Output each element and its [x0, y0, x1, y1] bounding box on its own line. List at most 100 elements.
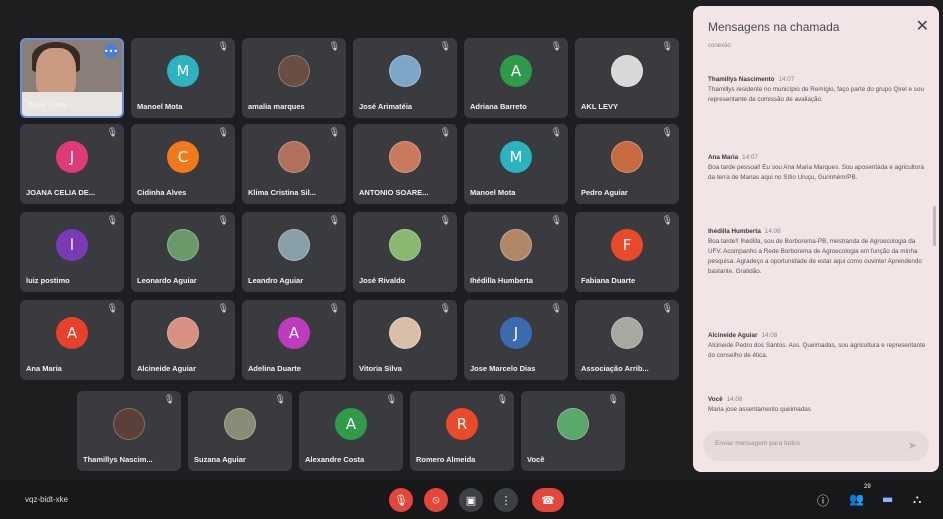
participant-tile[interactable]: M 🎙︎ Manoel Mota — [464, 124, 568, 204]
participant-name: Alcineide Aguiar — [137, 364, 196, 373]
participant-tile[interactable]: 🎙︎ ANTONIO SOARE... — [353, 124, 457, 204]
participant-name: Alexandre Costa — [305, 455, 365, 464]
participant-tile[interactable]: A 🎙︎ Alexandre Costa — [299, 391, 403, 471]
avatar-initial: A — [500, 55, 532, 87]
participant-tile[interactable]: A 🎙︎ Adelina Duarte — [242, 300, 346, 380]
mic-muted-icon: 🎙︎ — [550, 216, 562, 226]
avatar-photo — [389, 141, 421, 173]
avatar-initial: l — [56, 229, 88, 261]
mic-muted-icon: 🎙︎ — [439, 304, 451, 314]
present-screen-button[interactable]: ▣ — [459, 488, 483, 512]
participant-tile[interactable]: A 🎙︎ Adriana Barreto — [464, 38, 568, 118]
participant-name: Jose Marcelo Dias — [470, 364, 536, 373]
avatar-photo — [389, 55, 421, 87]
participant-name: Manoel Mota — [137, 102, 183, 111]
participant-grid: ••• Aline Lima M 🎙︎ Manoel Mota 🎙︎ amalia marq… — [0, 0, 690, 480]
chat-message: Alcineide Aguiar 14:08 Alcineide Pedro dos… — [708, 332, 930, 361]
participant-name: Leandro Aguiar — [248, 276, 304, 285]
participant-tile[interactable]: J 🎙︎ Jose Marcelo Dias — [464, 300, 568, 380]
mic-muted-icon: 🎙︎ — [661, 128, 673, 138]
people-icon[interactable]: 👥 — [849, 492, 864, 506]
chat-message: Ana Maria 14:07 Boa tarde pessoal! Eu sou … — [708, 154, 930, 183]
message-author: Ana Maria 14:07 — [708, 154, 930, 161]
participant-tile[interactable]: 🎙︎ Suzana Aguiar — [188, 391, 292, 471]
mic-muted-icon: 🎙︎ — [550, 42, 562, 52]
participant-name: Vitoria Silva — [359, 364, 402, 373]
mic-muted-icon: 🎙︎ — [328, 216, 340, 226]
participant-tile[interactable]: 🎙︎ Leandro Aguiar — [242, 212, 346, 292]
participant-name: Manoel Mota — [470, 188, 516, 197]
participant-tile[interactable]: J 🎙︎ JOANA CELIA DE... — [20, 124, 124, 204]
participant-tile[interactable]: 🎙︎ Alcineide Aguiar — [131, 300, 235, 380]
participant-tile[interactable]: ••• Aline Lima — [20, 38, 124, 118]
participant-name: Suzana Aguiar — [194, 455, 246, 464]
activities-icon[interactable]: ⛬ — [913, 492, 921, 507]
participant-tile[interactable]: F 🎙︎ Fabiana Duarte — [575, 212, 679, 292]
chat-message: Thamillys Nascimento 14:07 Thamillys resid… — [708, 76, 930, 105]
message-time: 14:08 — [726, 396, 743, 403]
participant-tile[interactable]: C 🎙︎ Cidinha Alves — [131, 124, 235, 204]
send-icon[interactable]: ➤ — [908, 439, 917, 452]
participant-tile[interactable]: 🎙︎ José Rivaldo — [353, 212, 457, 292]
participant-tile[interactable]: 🎙︎ Thamillys Nascim... — [77, 391, 181, 471]
avatar-initial: J — [56, 141, 88, 173]
message-author-name: Você — [708, 396, 723, 403]
participant-tile[interactable]: l 🎙︎ luiz postimo — [20, 212, 124, 292]
message-author: Thamillys Nascimento 14:07 — [708, 76, 930, 83]
more-options-icon[interactable]: ••• — [104, 44, 118, 58]
participant-name: Aline Lima — [28, 100, 66, 109]
participant-name: Klima Cristina Sil... — [248, 188, 316, 197]
mic-muted-icon: 🎙︎ — [439, 216, 451, 226]
leave-call-button[interactable]: ☎ — [532, 488, 564, 512]
participant-name: José Rivaldo — [359, 276, 406, 285]
participant-name: Ihédilla Humberta — [470, 276, 533, 285]
chat-message-input[interactable] — [715, 440, 895, 447]
camera-off-button[interactable]: ⦸ — [424, 488, 448, 512]
message-author: Você 14:08 — [708, 396, 930, 403]
close-icon[interactable]: ✕ — [916, 16, 929, 35]
participant-tile[interactable]: A 🎙︎ Ana Maria — [20, 300, 124, 380]
participant-tile[interactable]: 🎙︎ AKL LEVY — [575, 38, 679, 118]
participant-name: Pedro Aguiar — [581, 188, 628, 197]
participant-tile[interactable]: 🎙︎ Leonardo Aguiar — [131, 212, 235, 292]
mic-muted-icon: 🎙︎ — [550, 304, 562, 314]
chat-scrollbar[interactable] — [933, 206, 936, 246]
chat-message: Ihédilla Humberta 14:08 Boa tarde!! Ihédil… — [708, 228, 930, 277]
avatar-photo — [278, 229, 310, 261]
message-author-name: Ana Maria — [708, 154, 739, 161]
participant-tile[interactable]: 🎙︎ Klima Cristina Sil... — [242, 124, 346, 204]
participant-tile[interactable]: 🎙︎ Ihédilla Humberta — [464, 212, 568, 292]
mic-muted-icon: 🎙︎ — [163, 395, 175, 405]
mic-muted-icon: 🎙︎ — [607, 395, 619, 405]
participant-name: Cidinha Alves — [137, 188, 187, 197]
mic-muted-icon: 🎙︎ — [106, 304, 118, 314]
chat-input-box[interactable]: ➤ — [703, 431, 929, 461]
info-icon[interactable]: ⓘ — [817, 492, 829, 509]
message-time: 14:08 — [764, 228, 781, 235]
more-options-button[interactable]: ⋮ — [494, 488, 518, 512]
chat-icon[interactable]: ▬ — [882, 492, 893, 506]
participant-name: AKL LEVY — [581, 102, 618, 111]
participant-tile[interactable]: 🎙︎ José Arimatéia — [353, 38, 457, 118]
participant-tile[interactable]: 🎙︎ amalia marques — [242, 38, 346, 118]
avatar-initial: M — [167, 55, 199, 87]
avatar-photo — [500, 229, 532, 261]
participant-tile[interactable]: 🎙︎ Pedro Aguiar — [575, 124, 679, 204]
bottom-toolbar: vqz-bidt-xke 🎙︎ ⦸ ▣ ⋮ ☎ ⓘ 29 👥 ▬ ⛬ — [0, 480, 943, 519]
participant-tile[interactable]: R 🎙︎ Romero Almeida — [410, 391, 514, 471]
participant-tile[interactable]: 🎙︎ Associação Arrib... — [575, 300, 679, 380]
present-screen-icon: ▣ — [465, 493, 477, 507]
participant-name: Fabiana Duarte — [581, 276, 636, 285]
participant-tile[interactable]: M 🎙︎ Manoel Mota — [131, 38, 235, 118]
mic-muted-icon: 🎙︎ — [496, 395, 508, 405]
message-time: 14:07 — [778, 76, 795, 83]
mic-muted-icon: 🎙︎ — [661, 304, 673, 314]
participant-tile[interactable]: 🎙︎ Vitoria Silva — [353, 300, 457, 380]
avatar-initial: A — [335, 408, 367, 440]
participant-name: Thamillys Nascim... — [83, 455, 153, 464]
mic-off-button[interactable]: 🎙︎ — [389, 488, 413, 512]
mic-muted-icon: 🎙︎ — [217, 304, 229, 314]
camera-off-icon: ⦸ — [432, 493, 440, 506]
participant-tile[interactable]: 🎙︎ Você — [521, 391, 625, 471]
mic-muted-icon: 🎙︎ — [274, 395, 286, 405]
